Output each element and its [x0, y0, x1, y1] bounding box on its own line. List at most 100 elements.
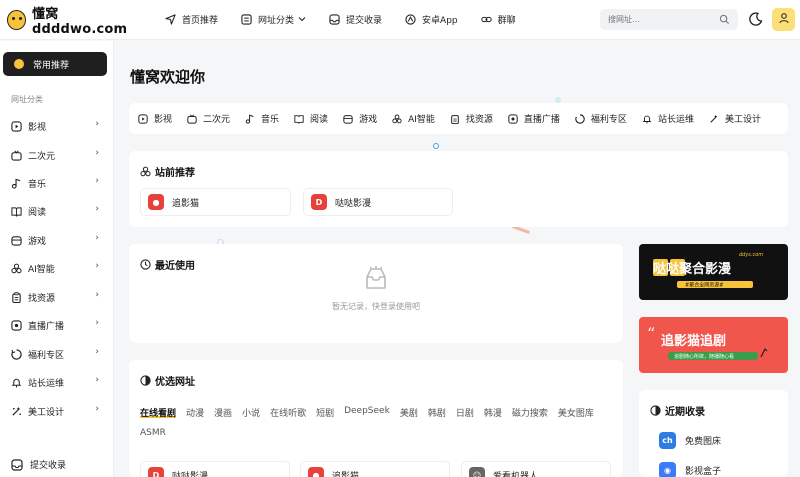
- category-live[interactable]: 直播广播: [508, 112, 560, 125]
- radio-icon: [508, 113, 518, 124]
- nav-categories[interactable]: 网址分类: [241, 13, 306, 26]
- search-icon[interactable]: [719, 14, 730, 25]
- category-ai[interactable]: AI智能: [392, 112, 435, 125]
- chevron-right-icon: ›: [95, 375, 99, 385]
- sidebar-item-welfare[interactable]: 福利专区 ›: [11, 346, 101, 362]
- tab-anime[interactable]: 动漫: [186, 406, 204, 419]
- site-card-dada[interactable]: D 哒哒影漫: [140, 461, 290, 477]
- tab-gallery[interactable]: 美女图库: [558, 406, 594, 419]
- site-logo[interactable]: 懂窝ddddwo.com: [7, 3, 147, 37]
- nav-submit-label: 提交收录: [346, 16, 383, 26]
- tab-online-drama[interactable]: 在线看剧: [140, 406, 177, 419]
- sidebar-active-label: 常用推荐: [33, 60, 70, 71]
- chevron-right-icon: ›: [95, 119, 99, 129]
- banner-dada[interactable]: ddys.com 哒哒聚合影漫 #聚合全网资源#: [639, 244, 788, 300]
- site-card-zhuiyingmao[interactable]: ● 追影猫: [300, 461, 450, 477]
- book-icon: [294, 114, 304, 124]
- tab-kr-comics[interactable]: 韩漫: [484, 406, 502, 419]
- category-label: 美工设计: [724, 115, 761, 125]
- sidebar-item-reading[interactable]: 阅读 ›: [11, 203, 101, 219]
- sidebar-item-movies[interactable]: 影视 ›: [11, 118, 101, 134]
- selected-title-text: 优选网址: [155, 377, 195, 388]
- category-welfare[interactable]: 福利专区: [575, 112, 627, 125]
- dark-mode-moon-icon[interactable]: [748, 11, 764, 27]
- banner-zhuiyingmao[interactable]: “ 追影猫追剧 追剧随心所欲，随播随心看: [639, 317, 788, 373]
- tab-novels[interactable]: 小说: [242, 406, 260, 419]
- featured-title-text: 站前推荐: [155, 168, 195, 179]
- nav-android-app[interactable]: 安卓App: [405, 13, 458, 26]
- user-avatar-button[interactable]: [772, 8, 795, 31]
- sidebar-item-anime[interactable]: 二次元 ›: [11, 147, 101, 163]
- sidebar-item-webmaster[interactable]: 站长运维 ›: [11, 374, 101, 390]
- site-card-robot[interactable]: ☺ 爱看机器人: [461, 461, 611, 477]
- site-card-zhuiyingmao[interactable]: ● 追影猫: [140, 188, 291, 216]
- clipboard-icon: [450, 114, 460, 124]
- sidebar-item-design[interactable]: 美工设计 ›: [11, 403, 101, 419]
- category-movies[interactable]: 影视: [138, 112, 172, 125]
- featured-title: 站前推荐: [140, 164, 195, 179]
- category-games[interactable]: 游戏: [343, 112, 377, 125]
- sidebar-item-live[interactable]: 直播广播 ›: [11, 317, 101, 333]
- category-label: 游戏: [359, 115, 378, 125]
- sidebar-item-label: 游戏: [28, 236, 47, 247]
- image-host-logo-icon: ch: [659, 432, 676, 449]
- category-anime[interactable]: 二次元: [187, 112, 230, 125]
- nav-group-chat-label: 群聊: [497, 16, 516, 26]
- clock-icon: [140, 259, 151, 270]
- bell-icon: [11, 377, 22, 388]
- top-header: 懂窝ddddwo.com 首页推荐 网址分类 提交收录 安卓App 群聊 搜网址…: [0, 0, 800, 40]
- chevron-right-icon: ›: [95, 318, 99, 328]
- category-label: 影视: [154, 115, 173, 125]
- game-icon: [343, 114, 353, 124]
- chevron-down-icon: [298, 15, 306, 25]
- page-title: 懂窝欢迎你: [130, 68, 206, 86]
- sidebar-item-resources[interactable]: 找资源 ›: [11, 289, 101, 305]
- nav-submit[interactable]: 提交收录: [329, 13, 382, 26]
- sidebar-item-label: 美工设计: [28, 407, 65, 418]
- sidebar-item-recommended[interactable]: 常用推荐: [3, 52, 107, 76]
- recent-card: 最近使用 暂无记录，快登录使用吧: [129, 244, 623, 343]
- tab-kr-drama[interactable]: 韩剧: [428, 406, 446, 419]
- send-icon: [165, 14, 176, 25]
- category-label: 站长运维: [657, 115, 694, 125]
- sidebar-item-games[interactable]: 游戏 ›: [11, 232, 101, 248]
- category-resources[interactable]: 找资源: [450, 112, 493, 125]
- smiley-face-icon: [13, 58, 25, 70]
- recent-title: 最近使用: [140, 257, 195, 272]
- category-design[interactable]: 美工设计: [709, 112, 761, 125]
- robot-logo-icon: ☺: [469, 467, 485, 477]
- tab-music[interactable]: 在线听歌: [270, 406, 306, 419]
- svg-text:“: “: [647, 324, 655, 343]
- recent-title-text: 最近使用: [155, 261, 195, 272]
- chevron-right-icon: ›: [95, 148, 99, 158]
- sidebar-item-ai[interactable]: AI智能 ›: [11, 260, 101, 276]
- search-input[interactable]: [608, 15, 718, 24]
- tab-asmr[interactable]: ASMR: [140, 428, 166, 440]
- sidebar-item-label: 找资源: [28, 293, 56, 304]
- recent-collect-item[interactable]: ch 免费图床: [659, 432, 721, 449]
- site-card-dada[interactable]: D 哒哒影漫: [303, 188, 453, 216]
- tab-short-drama[interactable]: 短剧: [316, 406, 334, 419]
- gift-icon: [11, 348, 22, 360]
- tab-jp-drama[interactable]: 日剧: [456, 406, 474, 419]
- tab-us-drama[interactable]: 美剧: [400, 406, 418, 419]
- tab-comics[interactable]: 漫画: [214, 406, 232, 419]
- category-music[interactable]: 音乐: [245, 112, 279, 125]
- nav-home[interactable]: 首页推荐: [165, 13, 218, 26]
- category-webmaster[interactable]: 站长运维: [642, 112, 694, 125]
- sidebar-item-music[interactable]: 音乐 ›: [11, 175, 101, 191]
- link-icon: [480, 14, 492, 25]
- recent-collect-item[interactable]: ◉ 影视盒子: [659, 462, 721, 477]
- tab-magnet-search[interactable]: 磁力搜索: [512, 406, 548, 419]
- tab-deepseek[interactable]: DeepSeek: [344, 406, 390, 418]
- sidebar-submit-link[interactable]: 提交收录: [11, 458, 66, 471]
- category-reading[interactable]: 阅读: [294, 112, 328, 125]
- chevron-right-icon: ›: [95, 261, 99, 271]
- banner-sub-text: 追剧随心所欲，随播随心看: [674, 353, 734, 360]
- chevron-right-icon: ›: [95, 404, 99, 414]
- dada-logo-icon: D: [311, 194, 327, 210]
- nav-group-chat[interactable]: 群聊: [480, 13, 516, 26]
- site-label: 哒哒影漫: [335, 198, 372, 209]
- banner-title-text: 追影猫追剧: [661, 333, 726, 349]
- tv-icon: [187, 114, 197, 124]
